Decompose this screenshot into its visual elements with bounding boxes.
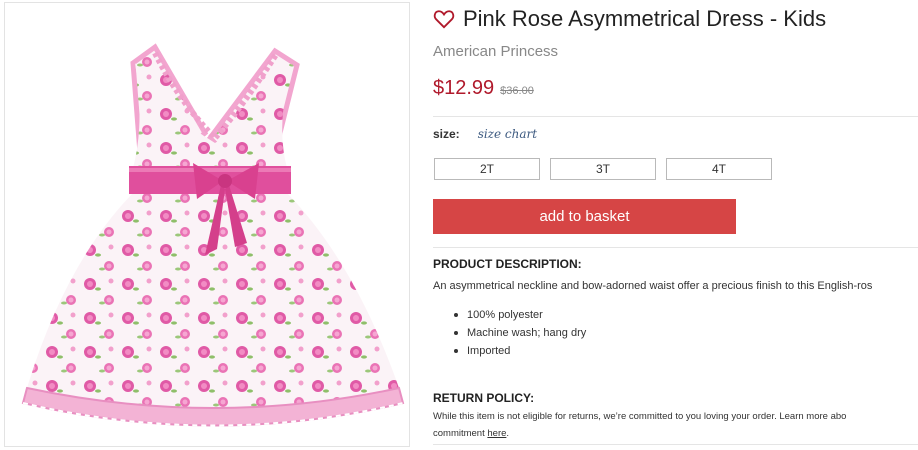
feature-list: 100% polyester Machine wash; hang dry Im… [454,306,586,360]
list-item: Machine wash; hang dry [454,324,586,342]
brand-name[interactable]: American Princess [433,43,558,60]
size-chart-link[interactable]: size chart [478,127,537,141]
return-policy-link[interactable]: here [487,428,506,439]
size-row: size: size chart [433,127,537,141]
return-policy-line: While this item is not eligible for retu… [433,411,847,422]
size-option-4t[interactable]: 4T [666,158,772,180]
size-option-2t[interactable]: 2T [434,158,540,180]
original-price: $36.00 [500,85,534,97]
divider [433,247,918,248]
size-option-3t[interactable]: 3T [550,158,656,180]
sale-price: $12.99 [433,77,495,99]
return-policy-line: commitment here. [433,425,846,442]
product-image[interactable] [4,2,410,447]
description-text: An asymmetrical neckline and bow-adorned… [433,280,873,292]
return-policy-suffix: . [506,428,510,439]
list-item: 100% polyester [454,306,586,324]
description-heading: PRODUCT DESCRIPTION: [433,257,582,271]
price-row: $12.99 $36.00 [433,77,534,100]
title-row: Pink Rose Asymmetrical Dress - Kids [433,6,826,32]
product-title: Pink Rose Asymmetrical Dress - Kids [463,6,827,31]
return-policy-text: While this item is not eligible for retu… [433,408,846,442]
return-policy-prefix: commitment [433,428,488,439]
list-item: Imported [454,342,586,360]
heart-outline-icon[interactable] [433,9,455,29]
return-policy-heading: RETURN POLICY: [433,391,535,405]
divider [433,116,918,117]
divider [433,444,918,445]
add-to-basket-button[interactable]: add to basket [433,199,736,234]
dress-illustration [21,43,405,427]
size-label: size: [433,127,460,141]
size-options: 2T 3T 4T [434,158,782,180]
